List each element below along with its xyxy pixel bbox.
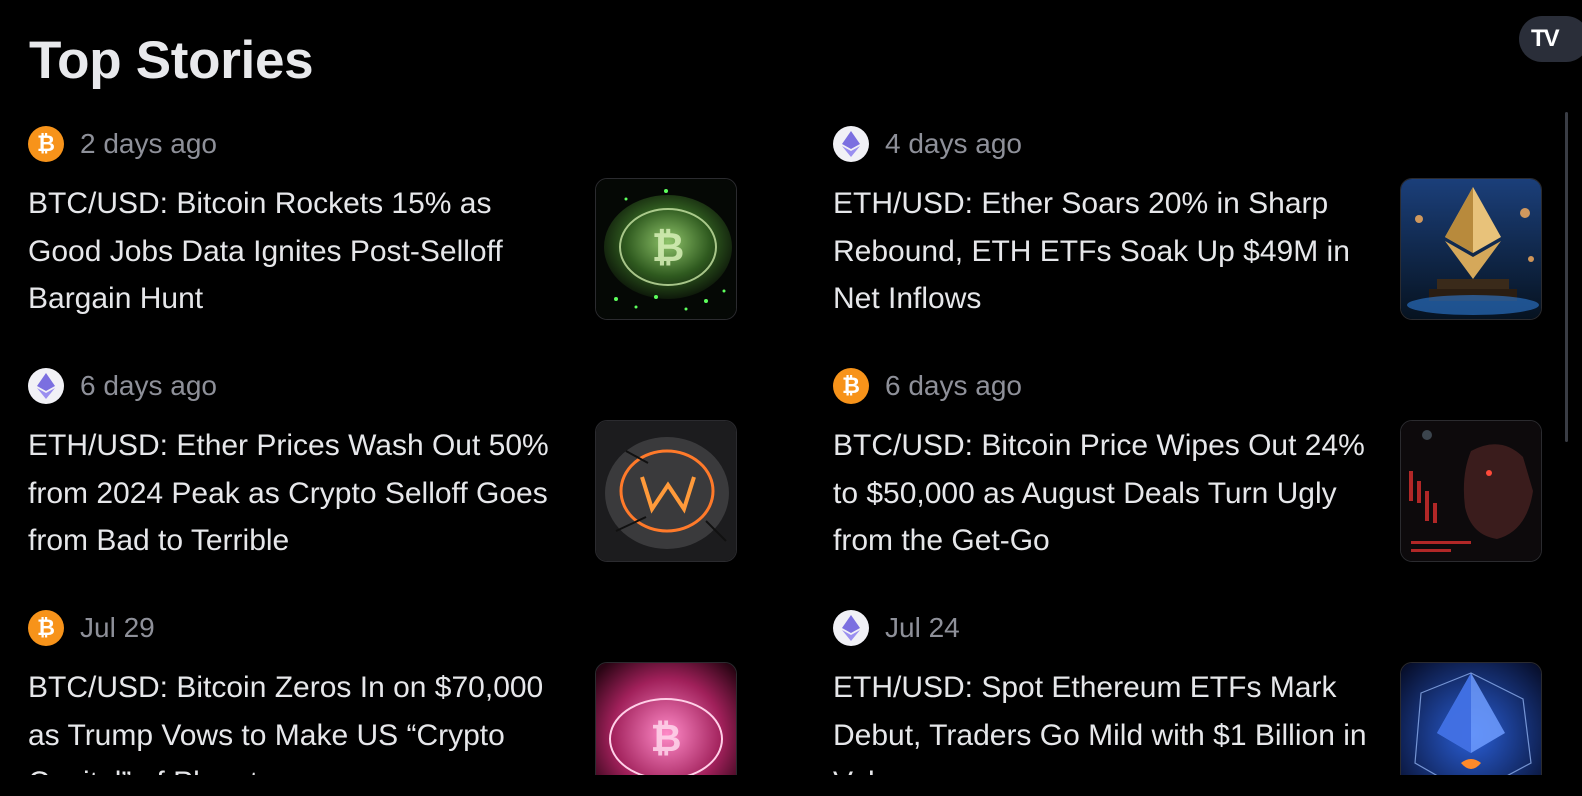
story-time: 6 days ago <box>885 370 1022 401</box>
story-headline[interactable]: ETH/USD: Ether Prices Wash Out 50% from … <box>28 422 573 565</box>
story-headline[interactable]: BTC/USD: Bitcoin Rockets 15% as Good Job… <box>28 180 573 323</box>
story-card[interactable]: 4 days ago ETH/USD: Ether Soars 20% in S… <box>833 126 1553 326</box>
story-thumbnail[interactable] <box>1400 178 1542 320</box>
ethereum-icon <box>833 126 869 162</box>
story-meta: ₿ Jul 29 <box>28 610 155 646</box>
story-time: 6 days ago <box>80 370 217 401</box>
story-card[interactable]: ₿ 2 days ago BTC/USD: Bitcoin Rockets 15… <box>28 126 748 326</box>
bitcoin-icon: ₿ <box>28 610 64 646</box>
story-meta: Jul 24 <box>833 610 960 646</box>
story-time: 2 days ago <box>80 128 217 159</box>
story-thumbnail[interactable] <box>595 420 737 562</box>
story-card[interactable]: ₿ 6 days ago BTC/USD: Bitcoin Price Wipe… <box>833 368 1553 568</box>
story-card[interactable]: ₿ Jul 29 BTC/USD: Bitcoin Zeros In on $7… <box>28 610 748 775</box>
story-thumbnail[interactable]: ₿ <box>595 178 737 320</box>
story-meta: ₿ 2 days ago <box>28 126 217 162</box>
story-time: Jul 29 <box>80 612 155 643</box>
story-headline[interactable]: BTC/USD: Bitcoin Zeros In on $70,000 as … <box>28 664 573 775</box>
story-card[interactable]: 6 days ago ETH/USD: Ether Prices Wash Ou… <box>28 368 748 568</box>
stories-grid: ₿ 2 days ago BTC/USD: Bitcoin Rockets 15… <box>0 0 1582 775</box>
svg-text:₿: ₿ <box>651 716 682 760</box>
story-meta: 6 days ago <box>28 368 217 404</box>
story-headline[interactable]: ETH/USD: Ether Soars 20% in Sharp Reboun… <box>833 180 1378 323</box>
story-thumbnail[interactable]: ₿ <box>595 662 737 775</box>
story-headline[interactable]: BTC/USD: Bitcoin Price Wipes Out 24% to … <box>833 422 1378 565</box>
story-headline[interactable]: ETH/USD: Spot Ethereum ETFs Mark Debut, … <box>833 664 1378 775</box>
story-time: 4 days ago <box>885 128 1022 159</box>
story-thumbnail[interactable] <box>1400 662 1542 775</box>
svg-text:₿: ₿ <box>652 225 685 271</box>
story-meta: ₿ 6 days ago <box>833 368 1022 404</box>
bitcoin-icon: ₿ <box>833 368 869 404</box>
ethereum-icon <box>28 368 64 404</box>
story-card[interactable]: Jul 24 ETH/USD: Spot Ethereum ETFs Mark … <box>833 610 1553 775</box>
bitcoin-icon: ₿ <box>28 126 64 162</box>
story-meta: 4 days ago <box>833 126 1022 162</box>
story-time: Jul 24 <box>885 612 960 643</box>
story-thumbnail[interactable] <box>1400 420 1542 562</box>
ethereum-icon <box>833 610 869 646</box>
